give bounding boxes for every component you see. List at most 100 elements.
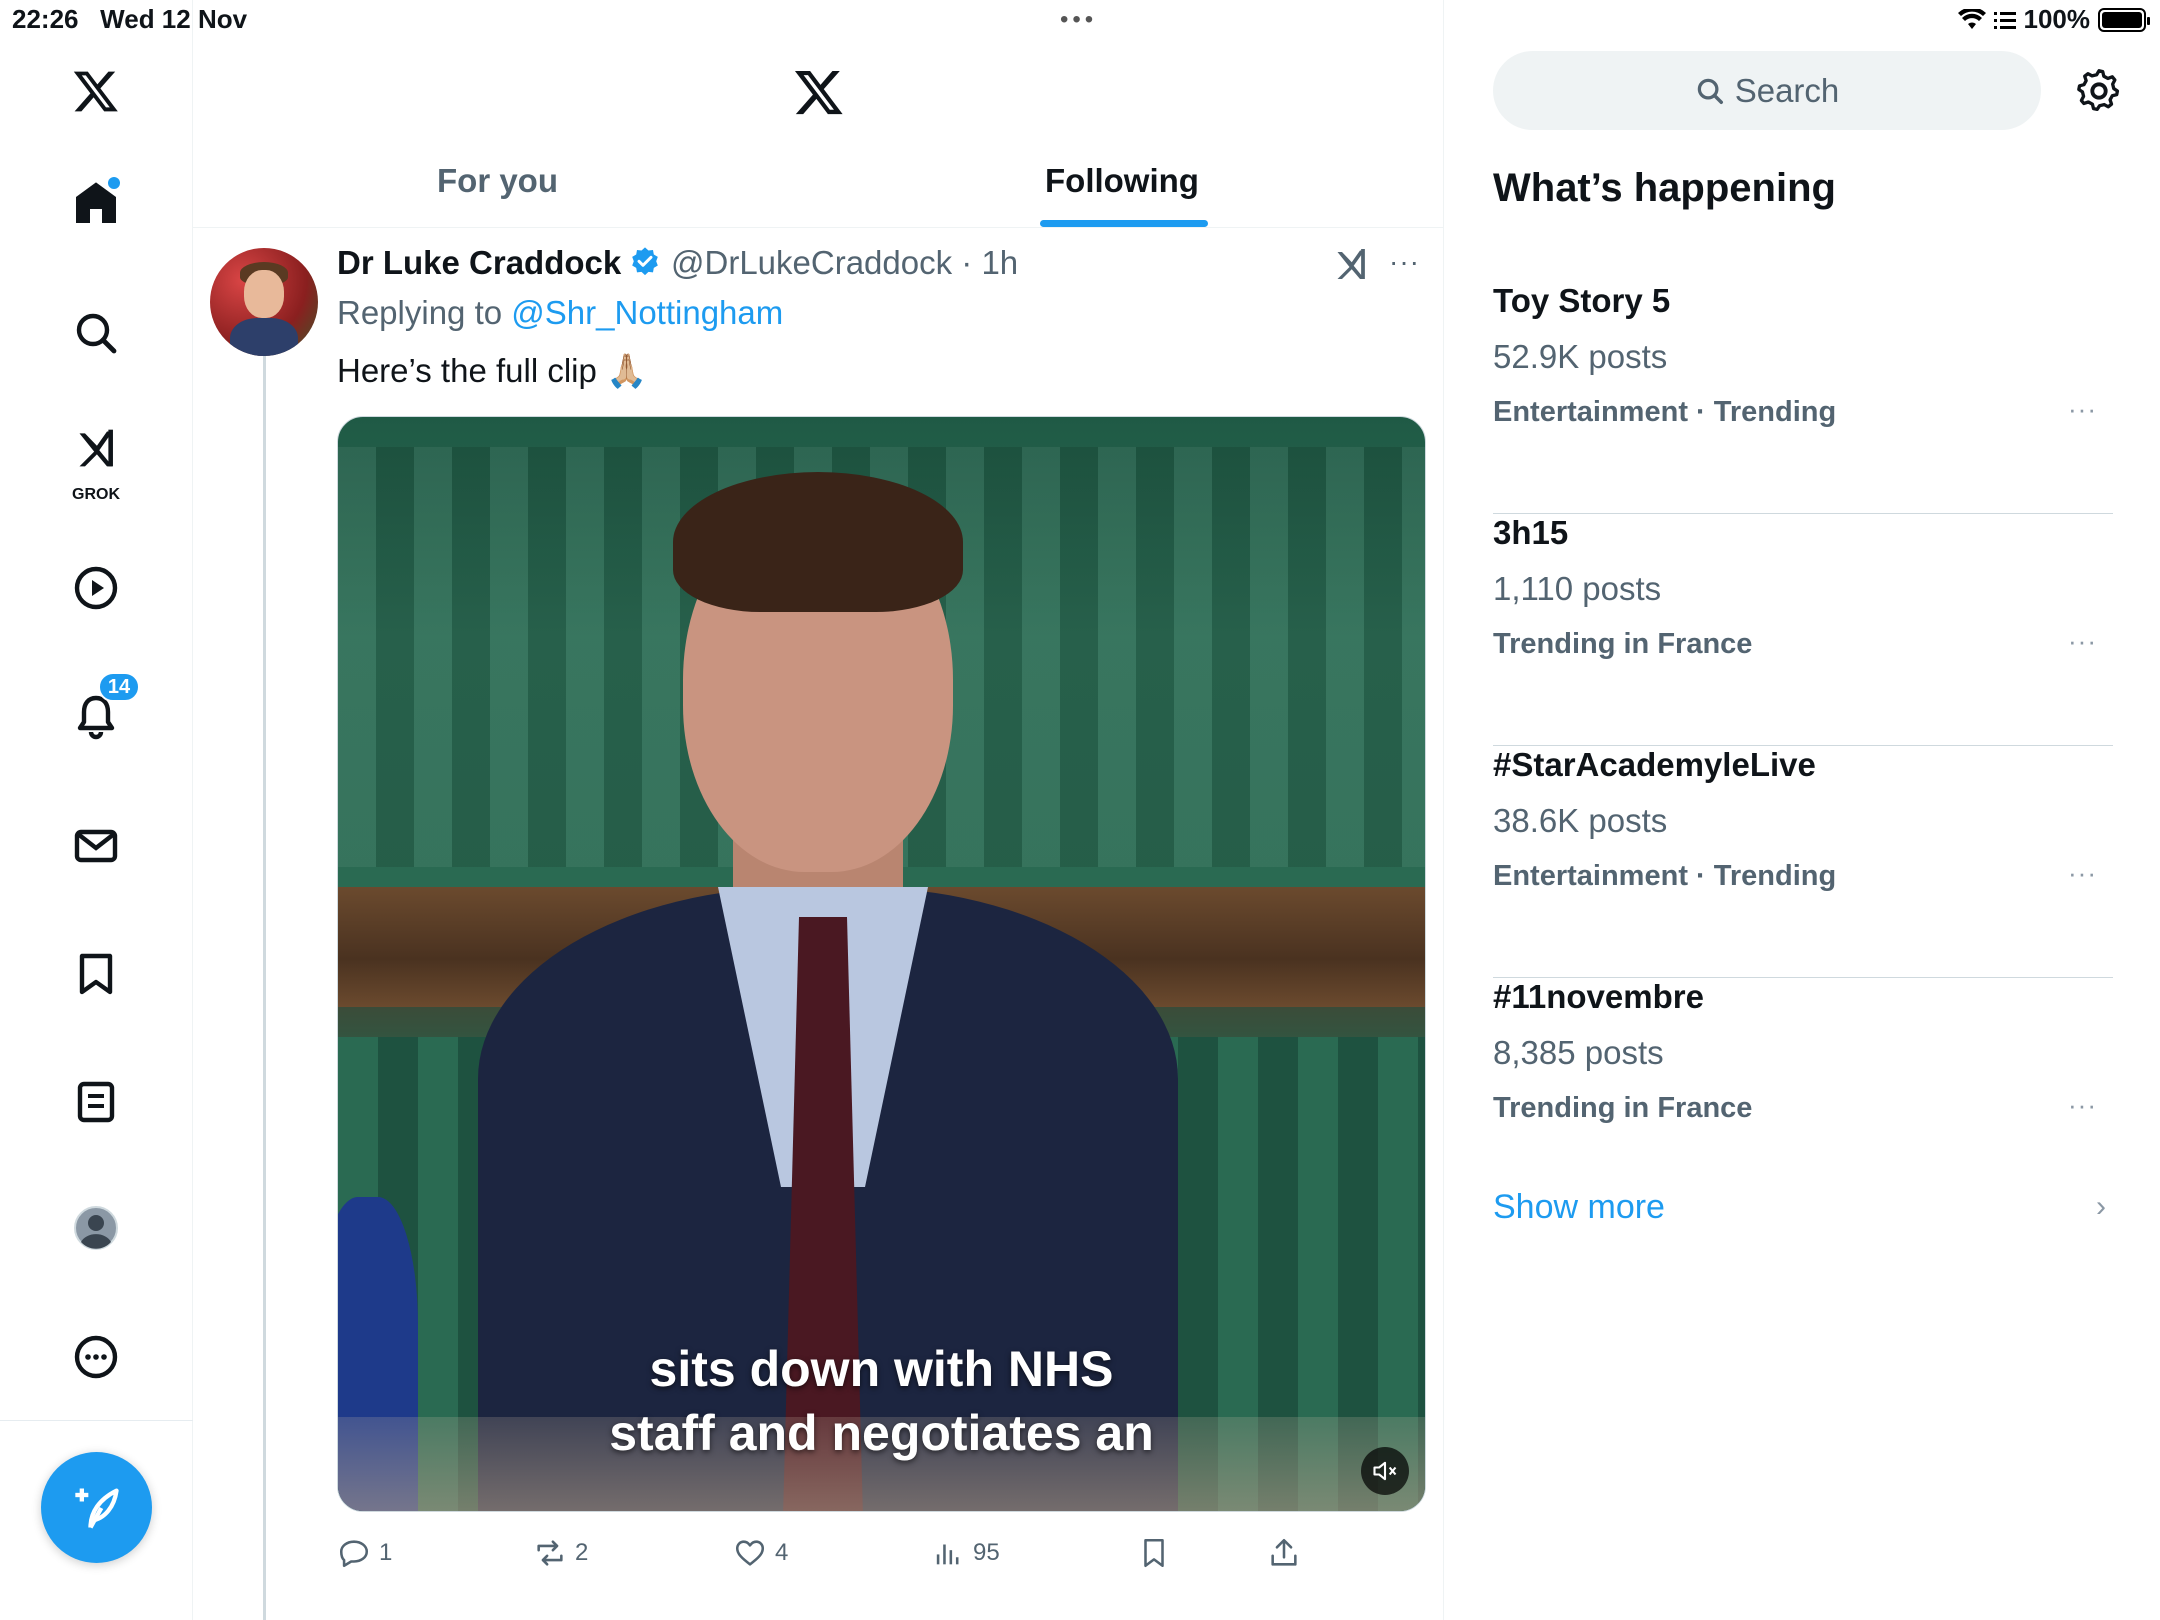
main-timeline: For you Following Dr Luke Craddock @DrLu… xyxy=(193,0,1444,1620)
compose-post-button[interactable] xyxy=(41,1452,152,1563)
video-caption-line-1: sits down with NHS xyxy=(649,1341,1114,1397)
settings-gear-icon[interactable] xyxy=(2076,68,2122,114)
mute-button[interactable] xyxy=(1361,1447,1409,1495)
thread-line xyxy=(263,354,266,1620)
search-icon xyxy=(1697,78,1723,104)
post-text: Here’s the full clip 🙏🏼 xyxy=(337,352,648,389)
timeline-tabs: For you Following xyxy=(193,150,1444,228)
envelope-icon xyxy=(74,829,118,863)
view-count: 95 xyxy=(973,1539,1000,1566)
trend-item[interactable]: Toy Story 5 52.9K posts Entertainment · … xyxy=(1493,282,2113,514)
trend-more-icon[interactable]: ··· xyxy=(2068,394,2097,425)
chevron-right-icon[interactable]: › xyxy=(2096,1190,2106,1224)
replying-to-label: Replying to xyxy=(337,294,503,331)
status-date: Wed 12 Nov xyxy=(100,4,248,34)
profile-nav-item[interactable] xyxy=(52,1184,140,1272)
analytics-bars-icon xyxy=(936,1544,959,1565)
trend-count: 38.6K posts xyxy=(1493,802,1668,839)
wifi-icon xyxy=(1957,8,1986,29)
author-handle-time[interactable]: @DrLukeCraddock · 1h xyxy=(671,244,1018,282)
status-bar: 22:26 Wed 12 Nov ••• 100% xyxy=(0,0,2160,40)
status-right: 100% xyxy=(1957,4,2150,35)
reply-bubble-icon xyxy=(339,1540,369,1568)
speaker-muted-icon xyxy=(1373,1461,1397,1481)
profile-avatar-icon xyxy=(74,1206,118,1250)
share-upload-icon xyxy=(1271,1538,1297,1566)
search-placeholder: Search xyxy=(1734,71,1840,109)
heart-icon xyxy=(735,1540,765,1566)
video-nav-item[interactable] xyxy=(52,544,140,632)
search-icon xyxy=(76,313,117,354)
grok-label: GROK xyxy=(72,486,120,503)
home-nav-item[interactable] xyxy=(52,159,140,247)
tab-following[interactable]: Following xyxy=(1045,162,1199,200)
repost-icon xyxy=(537,1540,563,1566)
bookmark-icon xyxy=(79,953,113,995)
reply-button[interactable]: 1 xyxy=(337,1536,392,1570)
trend-item[interactable]: #StarAcademyleLive 38.6K posts Entertain… xyxy=(1493,746,2113,978)
trend-count: 52.9K posts xyxy=(1493,338,1668,375)
share-button[interactable] xyxy=(1267,1536,1301,1570)
like-button[interactable]: 4 xyxy=(733,1536,788,1570)
orientation-list-icon xyxy=(1993,11,2016,29)
x-logo-icon[interactable] xyxy=(52,47,140,135)
play-circle-icon xyxy=(74,566,118,610)
notifications-nav-item[interactable]: 14 xyxy=(52,672,140,760)
repost-count: 2 xyxy=(575,1539,589,1566)
tab-for-you[interactable]: For you xyxy=(437,162,558,200)
whats-happening-heading: What’s happening xyxy=(1493,166,1836,210)
video-caption-line-2: staff and negotiates an xyxy=(609,1405,1154,1461)
repost-button[interactable]: 2 xyxy=(533,1536,588,1570)
reply-handle-link[interactable]: @Shr_Nottingham xyxy=(511,294,783,331)
show-more-link[interactable]: Show more xyxy=(1493,1188,1665,1227)
bookmark-icon xyxy=(1144,1538,1164,1568)
battery-percent: 100% xyxy=(2023,4,2091,34)
trend-item[interactable]: 3h15 1,110 posts Trending in France ··· xyxy=(1493,514,2113,746)
right-sidebar: Search What’s happening Toy Story 5 52.9… xyxy=(1444,0,2160,1620)
author-avatar[interactable] xyxy=(210,248,318,356)
more-circle-icon xyxy=(74,1335,118,1379)
trend-category: Entertainment · Trending xyxy=(1493,396,1837,428)
trend-count: 1,110 posts xyxy=(1493,570,1662,607)
trend-more-icon[interactable]: ··· xyxy=(2068,626,2097,657)
battery-icon xyxy=(2098,7,2150,32)
bookmarks-nav-item[interactable] xyxy=(52,930,140,1018)
multitasking-dots-icon[interactable]: ••• xyxy=(1060,6,1097,34)
trend-more-icon[interactable]: ··· xyxy=(2068,1090,2097,1121)
messages-nav-item[interactable] xyxy=(52,802,140,890)
x-header-logo-icon[interactable] xyxy=(791,66,847,118)
trend-category: Trending in France xyxy=(1493,628,1753,660)
home-new-dot xyxy=(108,177,120,189)
bookmark-button[interactable] xyxy=(1137,1536,1171,1570)
trend-more-icon[interactable]: ··· xyxy=(2068,858,2097,889)
search-nav-item[interactable] xyxy=(52,289,140,377)
trend-title: #11novembre xyxy=(1493,978,1704,1015)
author-name[interactable]: Dr Luke Craddock xyxy=(337,244,621,282)
left-navigation: GROK 14 xyxy=(0,0,193,1620)
trend-title: #StarAcademyleLive xyxy=(1493,746,1816,783)
post-more-icon[interactable]: ··· xyxy=(1389,246,1420,278)
lists-nav-item[interactable] xyxy=(52,1058,140,1146)
post-video[interactable]: sits down with NHS staff and negotiates … xyxy=(337,416,1426,1512)
replying-to-line: Replying to @Shr_Nottingham xyxy=(337,294,783,332)
status-time: 22:26 xyxy=(12,4,79,34)
grok-icon xyxy=(79,429,113,467)
post-actions: 1 2 4 95 xyxy=(337,1536,1437,1576)
trend-category: Entertainment · Trending xyxy=(1493,860,1837,892)
notifications-badge: 14 xyxy=(98,672,140,702)
feather-plus-icon xyxy=(74,1488,119,1529)
nav-divider xyxy=(0,1420,193,1421)
active-tab-indicator xyxy=(1040,220,1208,227)
verified-badge-icon xyxy=(632,247,658,276)
reply-count: 1 xyxy=(379,1539,393,1566)
trend-title: Toy Story 5 xyxy=(1493,282,1671,319)
trend-category: Trending in France xyxy=(1493,1092,1753,1124)
list-document-icon xyxy=(77,1081,115,1123)
grok-nav-item[interactable]: GROK xyxy=(52,418,140,506)
more-nav-item[interactable] xyxy=(52,1313,140,1401)
search-input[interactable]: Search xyxy=(1493,51,2041,130)
views-button[interactable]: 95 xyxy=(931,1536,1000,1570)
grok-explain-icon[interactable] xyxy=(1333,246,1369,282)
trend-item[interactable]: #11novembre 8,385 posts Trending in Fran… xyxy=(1493,978,2113,1210)
status-time-date: 22:26 Wed 12 Nov xyxy=(12,4,247,35)
